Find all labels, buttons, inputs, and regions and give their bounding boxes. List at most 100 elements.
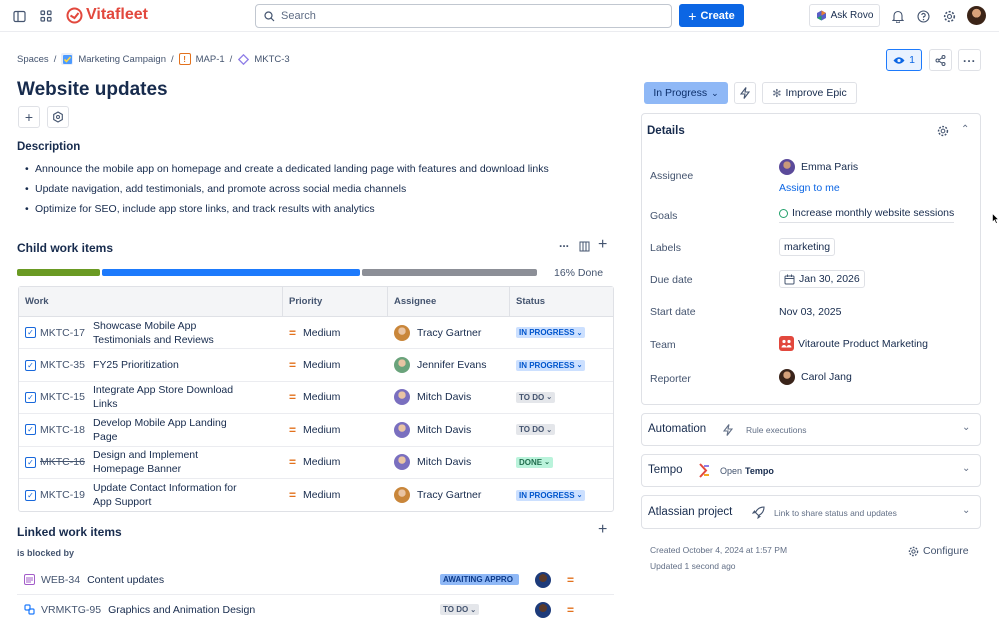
priority-cell[interactable]: = Medium <box>283 423 388 437</box>
assignee-cell[interactable]: Mitch Davis <box>388 421 510 438</box>
linked-status-lozenge[interactable]: TO DO ⌄ <box>440 604 480 615</box>
work-key[interactable]: MKTC-19 <box>40 489 93 501</box>
work-summary[interactable]: Integrate App Store Download Links <box>93 383 248 411</box>
column-header-assignee[interactable]: Assignee <box>388 287 510 316</box>
plus-icon: + <box>688 7 697 24</box>
linked-row[interactable]: WEB-34 Content updates AWAITING APPRO = <box>17 565 614 595</box>
child-more-icon[interactable]: ... <box>559 236 569 250</box>
settings-gear-icon[interactable] <box>941 8 957 24</box>
work-summary[interactable]: Showcase Mobile App Testimonials and Rev… <box>93 319 248 347</box>
brand-logo[interactable]: Vitafleet <box>66 6 148 24</box>
priority-cell[interactable]: = Medium <box>283 326 388 340</box>
more-actions-button[interactable]: ... <box>958 49 981 71</box>
details-heading[interactable]: Details <box>647 125 685 137</box>
atlassian-project-panel[interactable]: Atlassian project Link to share status a… <box>641 495 981 529</box>
plus-icon: + <box>24 109 34 125</box>
goal-icon <box>779 208 788 218</box>
linked-summary[interactable]: Graphics and Animation Design <box>108 604 255 616</box>
user-avatar[interactable] <box>967 6 986 25</box>
reporter-value[interactable]: Carol Jang <box>779 369 852 385</box>
add-child-icon[interactable]: + <box>598 236 607 254</box>
tempo-panel[interactable]: Tempo Open Tempo ⌄ <box>641 454 981 487</box>
table-row[interactable]: ✓ MKTC-18 Develop Mobile App Landing Pag… <box>19 414 613 447</box>
priority-cell[interactable]: = Medium <box>283 488 388 502</box>
table-row[interactable]: ✓ MKTC-19 Update Contact Information for… <box>19 479 613 511</box>
configure-button[interactable]: Configure <box>908 545 969 557</box>
assignee-cell[interactable]: Tracy Gartner <box>388 324 510 341</box>
improve-epic-button[interactable]: ✻ Improve Epic <box>762 82 857 104</box>
linked-summary[interactable]: Content updates <box>87 574 164 586</box>
priority-cell[interactable]: = Medium <box>283 358 388 372</box>
team-value[interactable]: Vitaroute Product Marketing <box>779 336 928 351</box>
status-lozenge[interactable]: TO DO ⌄ <box>516 391 556 403</box>
breadcrumb-spaces[interactable]: Spaces <box>17 54 49 65</box>
assignee-cell[interactable]: Mitch Davis <box>388 389 510 406</box>
sidebar-toggle-icon[interactable] <box>11 8 27 24</box>
details-settings-gear-icon[interactable] <box>936 124 949 137</box>
goal-value[interactable]: Increase monthly website sessions <box>779 207 955 223</box>
watch-button[interactable]: 1 <box>886 49 922 71</box>
status-dropdown-button[interactable]: In Progress ⌄ <box>644 82 728 104</box>
notifications-icon[interactable] <box>890 8 906 24</box>
chevron-up-icon[interactable]: ⌃ <box>961 124 969 135</box>
open-tempo-link[interactable]: Open Tempo <box>720 466 774 476</box>
page-title[interactable]: Website updates <box>17 79 168 101</box>
assignee-cell[interactable]: Tracy Gartner <box>388 487 510 504</box>
assignee-value[interactable]: Emma Paris <box>779 159 858 175</box>
linked-status-text: TO DO <box>443 605 469 614</box>
automation-panel[interactable]: Automation Rule executions ⌄ <box>641 413 981 446</box>
breadcrumb-project[interactable]: Marketing Campaign <box>78 54 166 65</box>
table-row[interactable]: ✓ MKTC-35 FY25 Prioritization = Medium J… <box>19 349 613 382</box>
status-lozenge[interactable]: TO DO ⌄ <box>516 424 556 436</box>
description-list[interactable]: Announce the mobile app on homepage and … <box>18 162 549 222</box>
due-date-value[interactable]: Jan 30, 2026 <box>779 270 865 288</box>
column-header-status[interactable]: Status <box>510 287 613 316</box>
assign-to-me-link[interactable]: Assign to me <box>779 182 840 194</box>
assignee-cell[interactable]: Jennifer Evans <box>388 357 510 374</box>
linked-row[interactable]: VRMKTG-95 Graphics and Animation Design … <box>17 595 614 623</box>
column-header-priority[interactable]: Priority <box>283 287 388 316</box>
app-switcher-icon[interactable] <box>38 8 54 24</box>
add-button[interactable]: + <box>18 106 40 128</box>
start-date-value[interactable]: Nov 03, 2025 <box>779 306 841 318</box>
linked-key[interactable]: VRMKTG-95 <box>41 604 101 616</box>
table-row[interactable]: ✓ MKTC-17 Showcase Mobile App Testimonia… <box>19 317 613 350</box>
work-key[interactable]: MKTC-17 <box>40 327 93 339</box>
work-summary[interactable]: FY25 Prioritization <box>93 358 248 372</box>
linked-key[interactable]: WEB-34 <box>41 574 80 586</box>
status-lozenge[interactable]: IN PROGRESS ⌄ <box>516 359 586 371</box>
work-key[interactable]: MKTC-15 <box>40 391 93 403</box>
table-row[interactable]: ✓ MKTC-15 Integrate App Store Download L… <box>19 382 613 415</box>
breadcrumb-issue[interactable]: MKTC-3 <box>254 54 289 65</box>
assignee-cell[interactable]: Mitch Davis <box>388 454 510 471</box>
work-summary[interactable]: Develop Mobile App Landing Page <box>93 416 248 444</box>
linked-status-lozenge[interactable]: AWAITING APPRO <box>440 574 519 585</box>
work-summary[interactable]: Update Contact Information for App Suppo… <box>93 481 248 509</box>
create-button[interactable]: + Create <box>679 4 744 27</box>
priority-cell[interactable]: = Medium <box>283 455 388 469</box>
work-key[interactable]: MKTC-18 <box>40 424 93 436</box>
add-linked-icon[interactable]: + <box>598 521 607 539</box>
linked-assignee-avatar[interactable] <box>535 601 551 618</box>
assignee-name: Emma Paris <box>801 161 859 173</box>
child-columns-icon[interactable] <box>579 241 590 255</box>
status-lozenge[interactable]: DONE ⌄ <box>516 456 553 468</box>
ask-rovo-button[interactable]: Ask Rovo <box>809 4 880 27</box>
table-row[interactable]: ✓ MKTC-16 Design and Implement Homepage … <box>19 447 613 479</box>
linked-assignee-avatar[interactable] <box>535 571 551 588</box>
search-input[interactable]: Search <box>255 4 672 28</box>
work-key[interactable]: MKTC-35 <box>40 359 93 371</box>
column-header-work[interactable]: Work <box>19 287 283 316</box>
status-lozenge[interactable]: IN PROGRESS ⌄ <box>516 489 586 501</box>
help-icon[interactable] <box>915 8 931 24</box>
priority-cell[interactable]: = Medium <box>283 390 388 404</box>
automation-quick-button[interactable] <box>734 82 756 104</box>
description-item: Announce the mobile app on homepage and … <box>18 162 549 182</box>
apps-button[interactable] <box>47 106 69 128</box>
breadcrumb-epic[interactable]: MAP-1 <box>196 54 225 65</box>
work-key[interactable]: MKTC-16 <box>40 456 93 468</box>
label-tag[interactable]: marketing <box>779 238 836 256</box>
share-button[interactable] <box>929 49 952 71</box>
work-summary[interactable]: Design and Implement Homepage Banner <box>93 448 248 476</box>
status-lozenge[interactable]: IN PROGRESS ⌄ <box>516 327 586 339</box>
